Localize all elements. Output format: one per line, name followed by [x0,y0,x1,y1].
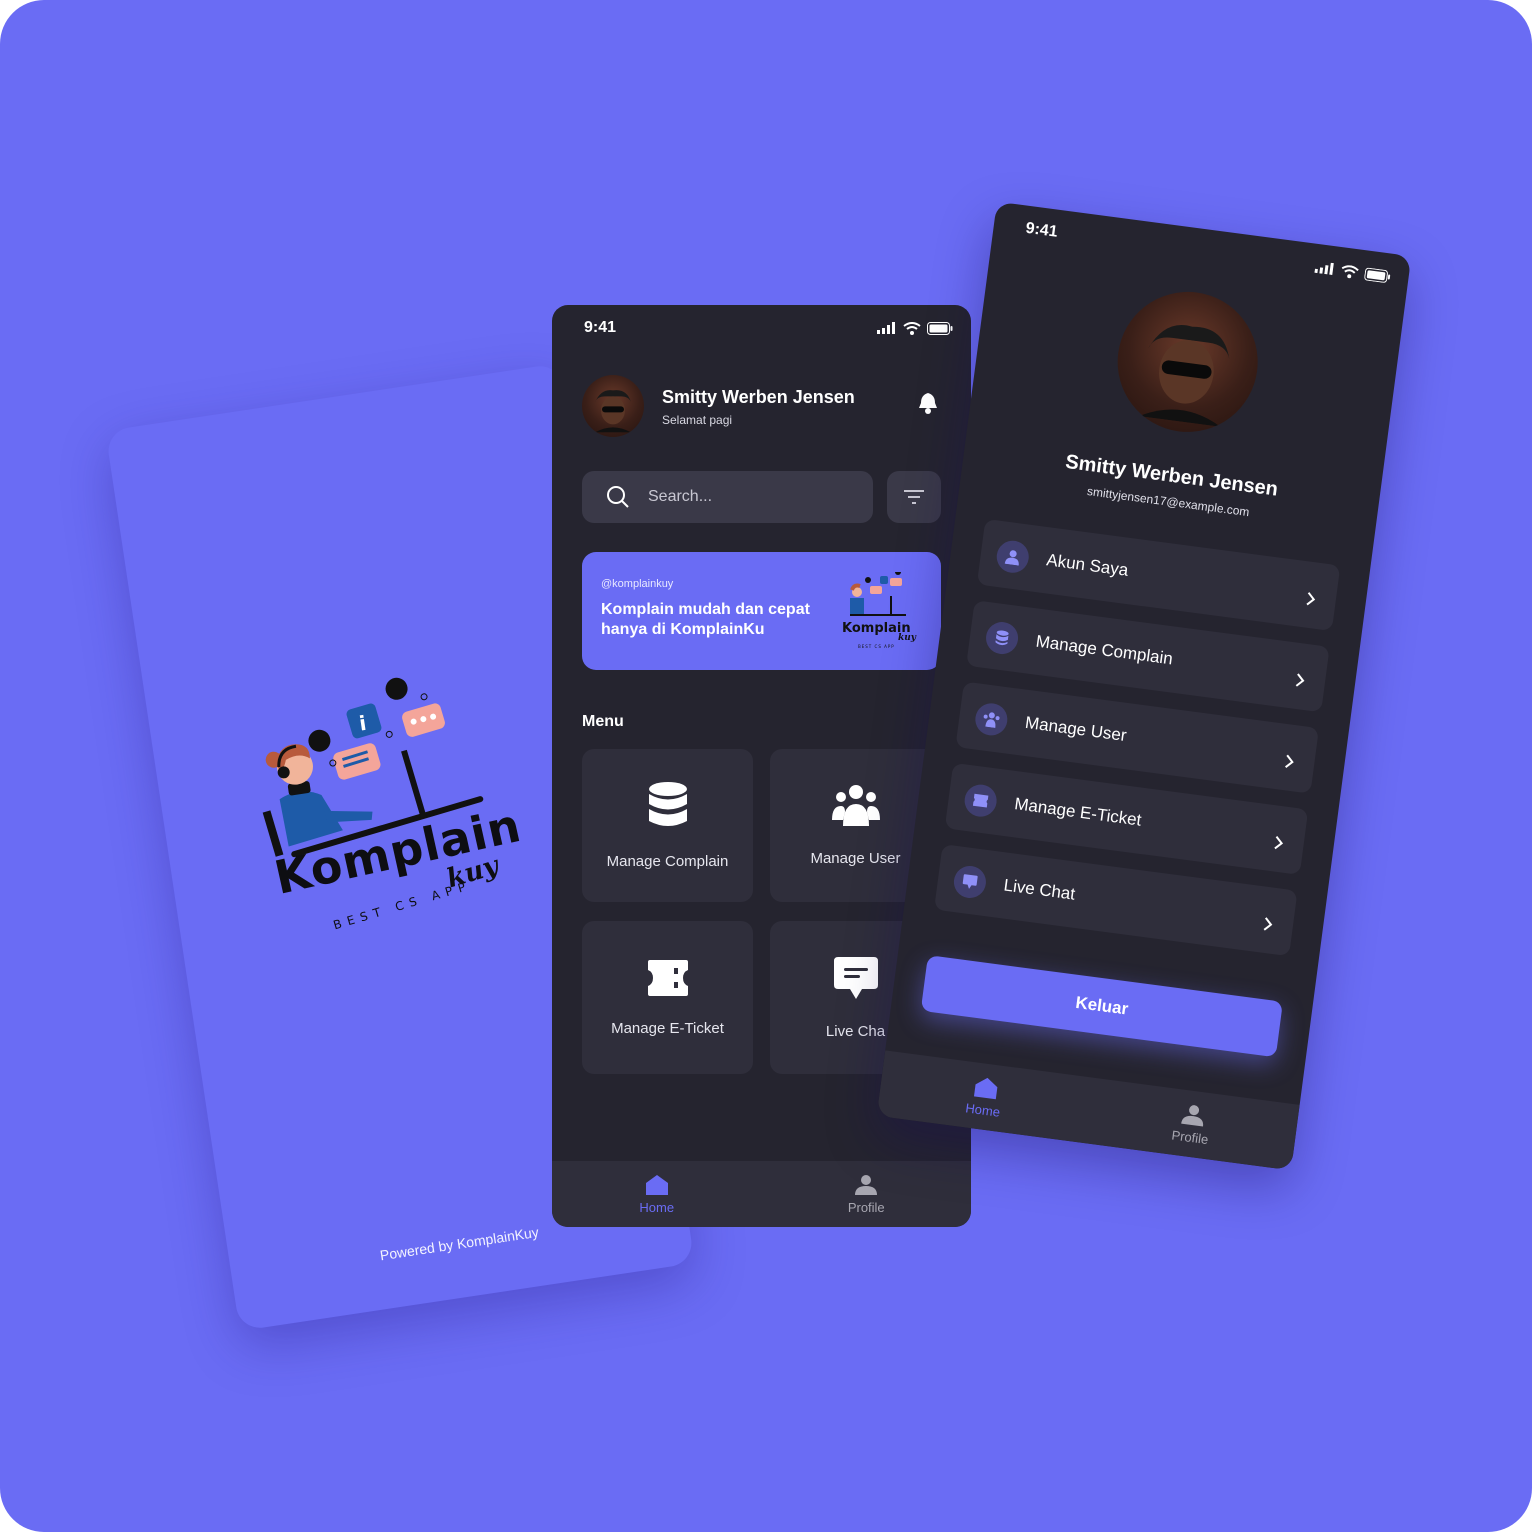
user-icon [994,538,1031,575]
chevron-right-icon [1285,754,1294,768]
home-icon [645,1174,668,1195]
tab-label: Home [639,1199,675,1215]
tab-label: Profile [847,1199,885,1215]
tab-label: Profile [1170,1127,1210,1147]
chat-bubble-icon [833,957,878,999]
battery-icon [927,321,953,335]
users-group-icon [973,701,1010,738]
status-time: 9:41 [1024,219,1059,241]
svg-text:BEST CS APP: BEST CS APP [858,644,895,649]
avatar-portrait [1139,325,1230,427]
menu-card-manage-complain[interactable]: Manage Complain [582,749,753,902]
svg-text:kuy: kuy [898,633,917,643]
menu-card-label: Manage Complain [606,853,729,870]
chevron-right-icon [1274,835,1284,850]
person-icon [855,1174,878,1195]
status-bar: 9:41 [552,305,971,351]
komplainkuy-logo: i Komplain kuy BEST CS APP [226,655,541,954]
avatar-portrait [595,390,631,433]
banner-logo: Komplain kuy BEST CS APP [840,569,930,652]
tab-profile[interactable]: Profile [762,1161,972,1227]
user-avatar[interactable] [582,375,644,437]
users-group-icon [831,785,880,826]
filter-button[interactable] [887,471,941,523]
filter-icon [904,490,924,504]
banner-headline-line1: Komplain mudah dan cepat [601,601,810,618]
banner-headline-line2: hanya di KomplainKu [601,621,765,638]
wifi-icon [1341,264,1359,278]
mini-cs-illustration: Komplain kuy BEST CS APP [842,569,917,649]
promo-banner[interactable]: @komplainkuy Komplain mudah dan cepat ha… [582,552,941,670]
database-icon [648,782,687,826]
signal-icon [877,322,895,334]
tab-label: Home [964,1099,1002,1120]
ticket-icon [962,782,999,819]
profile-item-label: Akun Saya [1045,550,1130,580]
profile-avatar[interactable] [1109,283,1267,441]
chat-bubble-icon [951,864,988,900]
user-name: Smitty Werben Jensen [662,387,855,407]
menu-card-label: Manage User [810,850,901,867]
banner-handle: @komplainkuy [601,578,674,590]
wifi-icon [903,321,921,335]
tab-profile[interactable]: Profile [1084,1078,1300,1171]
menu-card-label: Manage E-Ticket [611,1020,724,1037]
profile-item-label: Live Chat [1002,875,1077,904]
search-icon [607,486,629,508]
chevron-right-icon [1263,917,1273,931]
status-bar: 9:41 [991,202,1411,302]
signal-icon [1314,262,1334,276]
tab-home[interactable]: Home [552,1161,762,1227]
home-icon [973,1077,997,1099]
menu-card-manage-eticket[interactable]: Manage E-Ticket [582,921,753,1074]
profile-item-label: Manage E-Ticket [1013,794,1143,830]
database-icon [984,620,1020,657]
logout-button[interactable]: Keluar [920,955,1283,1058]
status-time: 9:41 [584,319,617,336]
battery-icon [1364,267,1391,283]
menu-card-label: Live Cha [825,1023,886,1040]
search-bar[interactable] [582,471,873,523]
showcase-canvas: i Komplain kuy BEST CS APP Powered by Ko… [0,0,1532,1532]
chevron-right-icon [1306,592,1316,606]
greeting-text: Selamat pagi [662,413,733,427]
profile-item-label: Manage Complain [1034,631,1174,669]
person-icon [1180,1104,1203,1126]
chevron-right-icon [1295,673,1305,687]
status-icons [1314,260,1391,283]
menu-section-title: Menu [582,713,624,730]
profile-item-label: Manage User [1024,712,1128,746]
ticket-icon [647,960,688,996]
status-icons [877,321,953,335]
search-input[interactable] [646,487,850,507]
bottom-tab-bar: Home Profile [552,1161,971,1227]
bell-icon[interactable] [916,391,940,415]
